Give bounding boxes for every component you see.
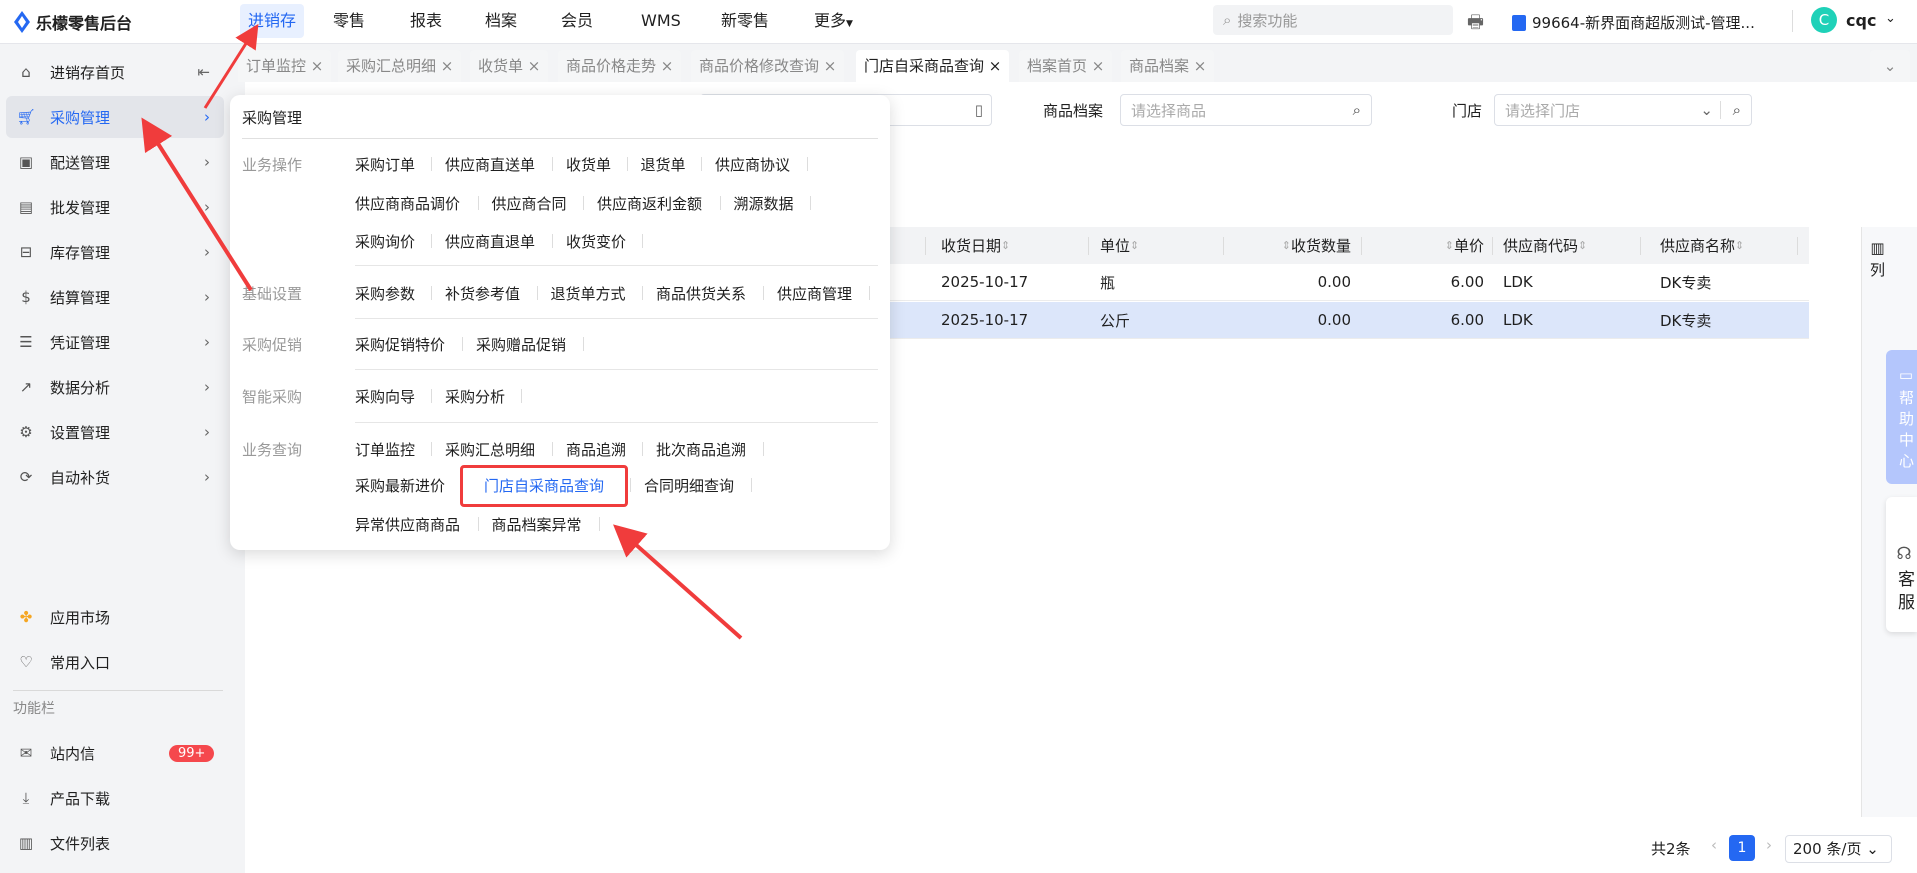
- arrow-to-sidebar: [141, 117, 253, 292]
- arrow-to-nav: [203, 23, 259, 109]
- annotation-arrows: [141, 23, 743, 640]
- arrow-to-menu-item: [613, 524, 743, 640]
